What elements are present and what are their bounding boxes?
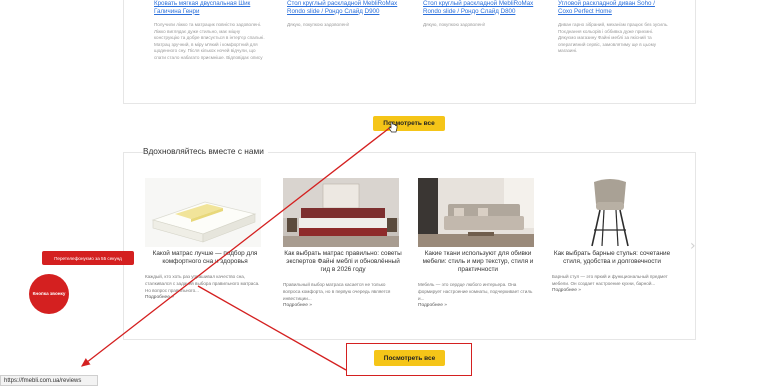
show-all-reviews-button[interactable]: Посмотреть все	[373, 116, 445, 131]
blog-card-title[interactable]: Как выбрать барные стулья: сочетание сти…	[552, 250, 672, 266]
blog-section-title: Вдохновляйтесь вместе с нами	[143, 146, 268, 156]
review-product-link[interactable]: Стол круглый раскладной MebliRoMax Rondo…	[287, 0, 399, 15]
review-item: Стол круглый раскладной MebliRoMax Rondo…	[423, 0, 535, 29]
read-more-link[interactable]: Подробнее »	[145, 294, 265, 301]
review-item: Угловой раскладной диван Soho / Сохо Per…	[558, 0, 670, 55]
chevron-right-icon[interactable]: ›	[690, 238, 696, 254]
read-more-link[interactable]: Подробнее »	[283, 302, 403, 309]
blog-card[interactable]: Как выбрать матрас правильно: советы экс…	[283, 178, 403, 309]
blog-card[interactable]: Какой матрас лучше — подбор для комфортн…	[145, 178, 265, 301]
blog-card-image[interactable]	[283, 178, 399, 247]
review-product-link[interactable]: Стол круглый раскладной MebliRoMax Rondo…	[423, 0, 535, 15]
blog-card-title[interactable]: Какие ткани используют для обивки мебели…	[418, 250, 538, 274]
callback-tooltip: Перетелефонуємо за 55 секунд	[42, 251, 134, 265]
browser-status-url: https://fmebli.com.ua/reviews	[0, 375, 98, 386]
blog-card-title[interactable]: Какой матрас лучше — подбор для комфортн…	[145, 250, 265, 266]
blog-card-excerpt: Мебель — это сердце любого интерьера. Он…	[418, 281, 533, 301]
blog-card-image[interactable]	[418, 178, 534, 247]
read-more-link[interactable]: Подробнее »	[418, 302, 538, 309]
review-text: Дякую, покупкою задоволені!	[423, 22, 485, 27]
blog-card-title[interactable]: Как выбрать матрас правильно: советы экс…	[283, 250, 403, 274]
review-text: Дякую, покупкою задоволені!	[287, 22, 349, 27]
read-more-link[interactable]: Подробнее »	[552, 287, 672, 294]
callback-button[interactable]: Кнопка звонку	[29, 274, 69, 314]
review-product-link[interactable]: Угловой раскладной диван Soho / Сохо Per…	[558, 0, 670, 15]
blog-card-excerpt: Каждый, кто хоть раз упрашивал качество …	[145, 273, 260, 293]
blog-card[interactable]: Какие ткани используют для обивки мебели…	[418, 178, 538, 309]
review-text: Диван гарно зібраний, механізм працює бе…	[558, 22, 669, 54]
show-all-posts-button[interactable]: Посмотреть все	[374, 350, 445, 366]
review-product-link[interactable]: Кровать мягкая двуспальная Шик Галичина …	[154, 0, 266, 15]
hand-cursor-icon	[388, 121, 398, 133]
blog-card-image[interactable]	[552, 178, 668, 247]
blog-card-image[interactable]	[145, 178, 261, 247]
review-item: Стол круглый раскладной MebliRoMax Rondo…	[287, 0, 399, 29]
review-text: Получили ліжко та матрацик повністю задо…	[154, 22, 265, 60]
blog-card-excerpt: Барный стул — это яркий и функциональный…	[552, 273, 668, 286]
review-item: Кровать мягкая двуспальная Шик Галичина …	[154, 0, 266, 62]
blog-card[interactable]: Как выбрать барные стулья: сочетание сти…	[552, 178, 672, 294]
blog-card-excerpt: Правильный выбор матраса касается не тол…	[283, 281, 391, 301]
